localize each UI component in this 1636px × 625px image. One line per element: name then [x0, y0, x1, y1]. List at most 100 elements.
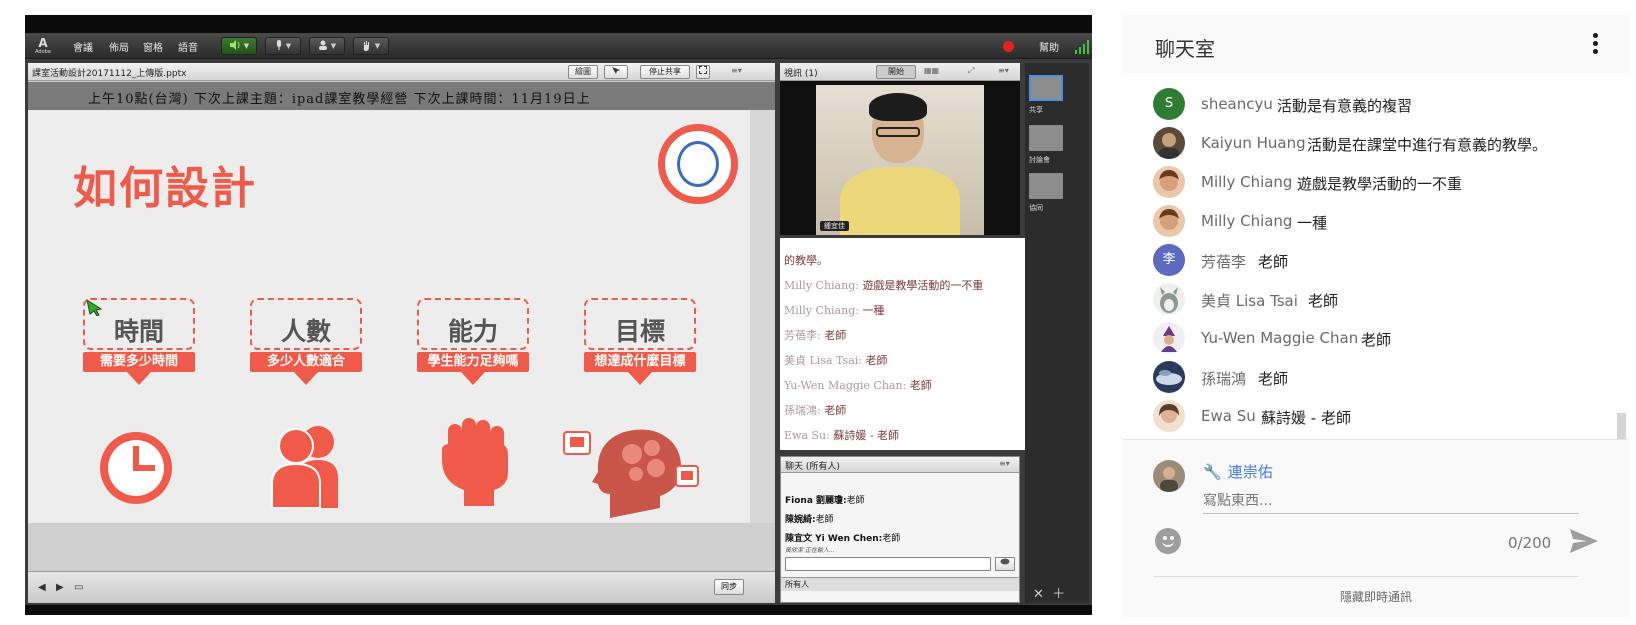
avatar[interactable] [1153, 127, 1185, 159]
overlay-chat-line: Ewa Su: 蘇詩媛 - 老師 [784, 429, 900, 442]
emoji-icon[interactable] [1155, 528, 1181, 554]
fullscreen-button[interactable] [696, 65, 710, 79]
share-pod-header: 課室活動設計20171112_上傳版.pptx 繪圖 停止共享 ≡▾ [28, 63, 775, 81]
chat-author[interactable]: Kaiyun Huang [1201, 134, 1306, 152]
chat-pod-input[interactable] [785, 557, 991, 571]
chat-composer: 🔧連崇佑 0/200 隱藏即時通訊 [1123, 439, 1629, 617]
prev-slide-icon[interactable]: ◀ [38, 582, 46, 593]
chat-author[interactable]: 孫瑞鴻 [1201, 368, 1246, 389]
recording-indicator [1003, 41, 1014, 52]
sync-button[interactable]: 同步 [714, 579, 744, 595]
chat-author[interactable]: 芳蓓李 [1201, 251, 1246, 272]
fullscreen-icon [699, 66, 707, 74]
camera-pod-title: 視訊 (1) [784, 69, 818, 79]
overlay-chat-line: Milly Chiang: 遊戲是教學活動的一不重 [784, 279, 984, 292]
brain-gears-icon [563, 429, 699, 518]
recipient-selector[interactable]: 所有人 [785, 579, 809, 590]
chat-author[interactable]: Yu-Wen Maggie Chan [1201, 329, 1358, 347]
person-icon [318, 40, 327, 50]
pod-menu-icon[interactable]: ≡▾ [998, 66, 1009, 75]
webcam-button[interactable]: ▼ [309, 37, 345, 55]
card-goal: 目標 [584, 298, 696, 350]
layout-collab-thumb[interactable] [1029, 173, 1063, 199]
chat-message: Milly Chiang 遊戲是教學活動的一不重 [1153, 166, 1613, 198]
webcam-feed: 鍾宜佳 [816, 85, 984, 235]
avatar[interactable] [1153, 400, 1185, 432]
share-pod: 課室活動設計20171112_上傳版.pptx 繪圖 停止共享 ≡▾ 上午10點… [28, 63, 775, 603]
chat-message: 孫瑞鴻 老師 [1153, 361, 1613, 393]
start-camera-button[interactable]: 開始 [876, 65, 916, 79]
grid-view-icon[interactable]: ▦▦ [924, 66, 939, 75]
chat-message-input[interactable] [1203, 488, 1579, 514]
people-icon [271, 426, 338, 508]
chat-text: 一種 [1297, 214, 1328, 232]
avatar[interactable]: 李 [1153, 244, 1185, 276]
more-options-icon[interactable] [1593, 33, 1599, 55]
banner-ability: 學生能力足夠嗎 [417, 352, 529, 372]
chat-author[interactable]: sheancyu [1201, 95, 1273, 113]
course-logo [658, 124, 738, 204]
chat-message: S sheancyu 活動是有意義的複習 [1153, 88, 1613, 120]
card-time: 時間 [83, 298, 195, 350]
stop-sharing-button[interactable]: 停止共享 [640, 65, 690, 79]
chat-message: 美貞 Lisa Tsai 老師 [1153, 283, 1613, 315]
wrench-icon: 🔧 [1203, 463, 1222, 481]
avatar[interactable] [1153, 205, 1185, 237]
pod-menu-icon[interactable]: ≡▾ [999, 459, 1010, 468]
adobe-connect-window: A Adobe 會議 佈局 窗格 語音 ▼ ▼ ▼ ▼ 幫助 課室活動設計201… [25, 33, 1092, 605]
clock-icon [100, 432, 172, 504]
chat-text: 老師 [1258, 253, 1289, 271]
avatar[interactable] [1153, 322, 1185, 354]
layout-bar: 共享 討論會 協同 ✕ ＋ [1025, 63, 1089, 603]
expand-icon[interactable]: ⤢ [968, 66, 974, 76]
overlay-chat-line: 孫瑞鴻: 老師 [784, 404, 847, 417]
chat-pod-line: 陳婉綺:老師 [785, 515, 834, 525]
layout-discussion-label: 討論會 [1029, 156, 1050, 164]
avatar[interactable] [1153, 361, 1185, 393]
slide-scrollbar[interactable] [750, 110, 775, 523]
help-menu[interactable]: 幫助 [1039, 39, 1059, 54]
chat-author[interactable]: Ewa Su [1201, 407, 1256, 425]
adobe-logo: A Adobe [35, 36, 51, 55]
speaker-button[interactable]: ▼ [221, 37, 257, 55]
chat-pod-send-button[interactable] [995, 557, 1015, 571]
video-player[interactable]: A Adobe 會議 佈局 窗格 語音 ▼ ▼ ▼ ▼ 幫助 課室活動設計201… [25, 15, 1092, 615]
chat-text: 老師 [1361, 331, 1392, 349]
chat-author[interactable]: Milly Chiang [1201, 212, 1292, 230]
send-icon[interactable] [1568, 527, 1600, 555]
menu-audio[interactable]: 語音 [178, 39, 198, 54]
overlay-chat-line: 的教學。 [784, 254, 828, 267]
sidebar-toggle-icon[interactable]: ▭ [74, 582, 83, 593]
chat-message-list[interactable]: S sheancyu 活動是有意義的複習 Kaiyun Huang 活動是在課堂… [1123, 73, 1629, 439]
card-people: 人數 [250, 298, 362, 350]
microphone-button[interactable]: ▼ [265, 37, 301, 55]
camera-pod: 視訊 (1) 開始 ▦▦ ⤢ ≡▾ 鍾宜佳 [780, 63, 1020, 235]
chat-scrollbar[interactable] [1617, 413, 1626, 439]
chat-text: 老師 [1258, 370, 1289, 388]
menu-pods[interactable]: 窗格 [143, 39, 163, 54]
ticker-text: 上午10點(台灣) 下次上課主題：ipad課室教學經營 下次上課時間：11月19… [88, 92, 591, 107]
raise-hand-button[interactable]: ▼ [353, 37, 389, 55]
fist-icon [442, 418, 508, 506]
draw-button[interactable]: 繪圖 [568, 65, 598, 79]
avatar[interactable] [1153, 166, 1185, 198]
pod-menu-icon[interactable]: ≡▾ [731, 66, 742, 75]
chat-text: 遊戲是教學活動的一不重 [1297, 175, 1463, 193]
tools-icon[interactable]: ✕ ＋ [1033, 583, 1065, 602]
live-chat-panel: 聊天室 S sheancyu 活動是有意義的複習 Kaiyun Huang 活動… [1123, 15, 1629, 617]
avatar [1153, 460, 1185, 492]
chat-author[interactable]: Milly Chiang [1201, 173, 1292, 191]
overlay-chat-line: 芳蓓李: 老師 [784, 329, 847, 342]
avatar[interactable]: S [1153, 88, 1185, 120]
banner-arrow [127, 372, 151, 385]
layout-share-thumb[interactable] [1029, 75, 1063, 101]
live-chat-title: 聊天室 [1155, 37, 1215, 61]
menu-meeting[interactable]: 會議 [73, 39, 93, 54]
pointer-tool-button[interactable] [604, 65, 628, 79]
menu-layout[interactable]: 佈局 [109, 39, 129, 54]
layout-discussion-thumb[interactable] [1029, 125, 1063, 151]
avatar[interactable] [1153, 283, 1185, 315]
hide-chat-button[interactable]: 隱藏即時通訊 [1123, 588, 1629, 605]
next-slide-icon[interactable]: ▶ [56, 582, 64, 593]
chat-author[interactable]: 美貞 Lisa Tsai [1201, 290, 1298, 311]
